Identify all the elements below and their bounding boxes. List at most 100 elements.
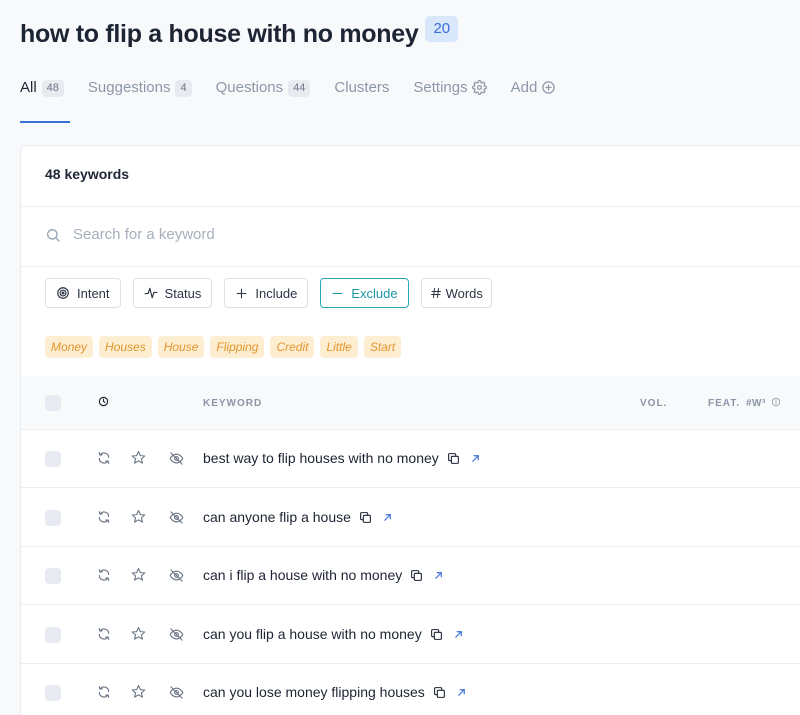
hash-icon xyxy=(430,288,441,298)
tab-label: Clusters xyxy=(334,78,390,96)
star-icon[interactable] xyxy=(131,567,146,582)
refresh-icon[interactable] xyxy=(97,568,111,582)
divider xyxy=(21,266,800,267)
table-row[interactable]: can you flip a house with no money xyxy=(21,606,800,664)
status-filter-button[interactable]: Status xyxy=(132,278,213,308)
page-title: how to flip a house with no money xyxy=(20,20,419,48)
keyword-text[interactable]: best way to flip houses with no money xyxy=(203,450,439,466)
keywords-card: 48 keywords Intent Status Include Exclud… xyxy=(20,145,800,715)
tab-clusters[interactable]: Clusters xyxy=(334,76,389,98)
tab-questions[interactable]: Questions 44 xyxy=(216,76,311,98)
tag-little[interactable]: Little xyxy=(320,336,358,358)
external-link-icon[interactable] xyxy=(382,512,393,523)
eye-off-icon[interactable] xyxy=(169,568,184,583)
keyword-text[interactable]: can you flip a house with no money xyxy=(203,626,422,642)
eye-off-icon[interactable] xyxy=(169,627,184,642)
tab-all[interactable]: All 48 xyxy=(20,76,64,98)
keyword-text[interactable]: can i flip a house with no money xyxy=(203,567,402,583)
row-checkbox[interactable] xyxy=(45,451,61,467)
row-checkbox[interactable] xyxy=(45,627,61,643)
search-icon xyxy=(45,227,61,243)
table-row[interactable]: can anyone flip a house xyxy=(21,489,800,547)
refresh-icon[interactable] xyxy=(97,627,111,641)
column-keyword[interactable]: KEYWORD xyxy=(203,398,262,409)
refresh-icon[interactable] xyxy=(97,685,111,699)
star-icon[interactable] xyxy=(131,684,146,699)
external-link-icon[interactable] xyxy=(453,629,464,640)
tab-label: Settings xyxy=(413,78,468,96)
keyword-cell: can anyone flip a house xyxy=(203,509,393,525)
target-icon xyxy=(57,287,69,299)
tag-flipping[interactable]: Flipping xyxy=(210,336,265,358)
tab-label: Questions xyxy=(215,78,284,96)
star-icon[interactable] xyxy=(131,626,146,641)
refresh-icon[interactable] xyxy=(97,451,111,465)
star-icon[interactable] xyxy=(131,509,146,524)
copy-icon[interactable] xyxy=(433,686,446,699)
external-link-icon[interactable] xyxy=(470,453,481,464)
search-input[interactable] xyxy=(73,226,473,243)
gear-icon xyxy=(471,79,487,95)
star-icon[interactable] xyxy=(131,450,146,465)
intent-filter-button[interactable]: Intent xyxy=(45,278,121,308)
tab-add[interactable]: Add xyxy=(511,76,557,98)
filter-label: Exclude xyxy=(351,285,398,301)
row-checkbox[interactable] xyxy=(45,685,61,701)
tab-label: All xyxy=(20,78,37,96)
copy-icon[interactable] xyxy=(410,569,423,582)
tab-suggestions[interactable]: Suggestions 4 xyxy=(88,76,192,98)
tag-start[interactable]: Start xyxy=(363,336,402,358)
include-filter-button[interactable]: Include xyxy=(224,278,309,308)
keyword-cell: can you lose money flipping houses xyxy=(203,684,467,700)
plus-circle-icon xyxy=(541,80,556,95)
copy-icon[interactable] xyxy=(359,511,372,524)
tag-credit[interactable]: Credit xyxy=(270,336,315,358)
page-header: how to flip a house with no money 20 xyxy=(20,14,459,54)
column-feat[interactable]: FEAT. xyxy=(708,398,740,409)
clock-icon[interactable] xyxy=(98,396,109,407)
external-link-icon[interactable] xyxy=(456,687,467,698)
row-checkbox[interactable] xyxy=(45,510,61,526)
keyword-count: 48 keywords xyxy=(45,166,130,182)
tab-label: Add xyxy=(510,78,538,96)
plus-icon xyxy=(237,288,247,298)
table-header: KEYWORD VOL. FEAT. #W³ xyxy=(21,376,800,430)
row-checkbox[interactable] xyxy=(45,568,61,584)
info-icon[interactable] xyxy=(771,397,781,407)
select-all-checkbox[interactable] xyxy=(45,395,61,411)
refresh-icon[interactable] xyxy=(97,510,111,524)
tab-settings[interactable]: Settings xyxy=(413,76,487,98)
keyword-text[interactable]: can you lose money flipping houses xyxy=(203,684,425,700)
tag-houses[interactable]: Houses xyxy=(99,336,152,358)
table-row[interactable]: can you lose money flipping houses xyxy=(21,664,800,715)
table-row[interactable]: best way to flip houses with no money xyxy=(21,430,800,488)
filter-label: Intent xyxy=(77,285,110,301)
copy-icon[interactable] xyxy=(430,628,443,641)
minus-icon xyxy=(332,292,343,294)
keyword-cell: can you flip a house with no money xyxy=(203,626,464,642)
table-row[interactable]: can i flip a house with no money xyxy=(21,547,800,605)
eye-off-icon[interactable] xyxy=(169,451,184,466)
copy-icon[interactable] xyxy=(447,452,460,465)
external-link-icon[interactable] xyxy=(433,570,444,581)
words-filter-button[interactable]: Words xyxy=(420,278,492,308)
exclude-filter-button[interactable]: Exclude xyxy=(320,278,409,308)
eye-off-icon[interactable] xyxy=(169,685,184,700)
tab-count: 4 xyxy=(175,80,192,97)
column-vol[interactable]: VOL. xyxy=(640,398,667,409)
keyword-cell: best way to flip houses with no money xyxy=(203,450,481,466)
filter-label: Include xyxy=(255,285,298,301)
filter-bar: Intent Status Include Exclude Words xyxy=(45,278,504,308)
tag-money[interactable]: Money xyxy=(45,336,94,358)
eye-off-icon[interactable] xyxy=(169,510,184,525)
keyword-cell: can i flip a house with no money xyxy=(203,567,444,583)
filter-label: Status xyxy=(164,285,202,301)
keyword-text[interactable]: can anyone flip a house xyxy=(203,509,351,525)
pulse-icon xyxy=(144,287,157,299)
tab-bar: All 48 Suggestions 4 Questions 44 Cluste… xyxy=(20,76,580,124)
column-words[interactable]: #W³ xyxy=(746,398,766,409)
tab-count: 44 xyxy=(288,80,311,97)
tag-house[interactable]: House xyxy=(157,336,205,358)
tab-label: Suggestions xyxy=(87,78,171,96)
tab-count: 48 xyxy=(41,80,64,97)
